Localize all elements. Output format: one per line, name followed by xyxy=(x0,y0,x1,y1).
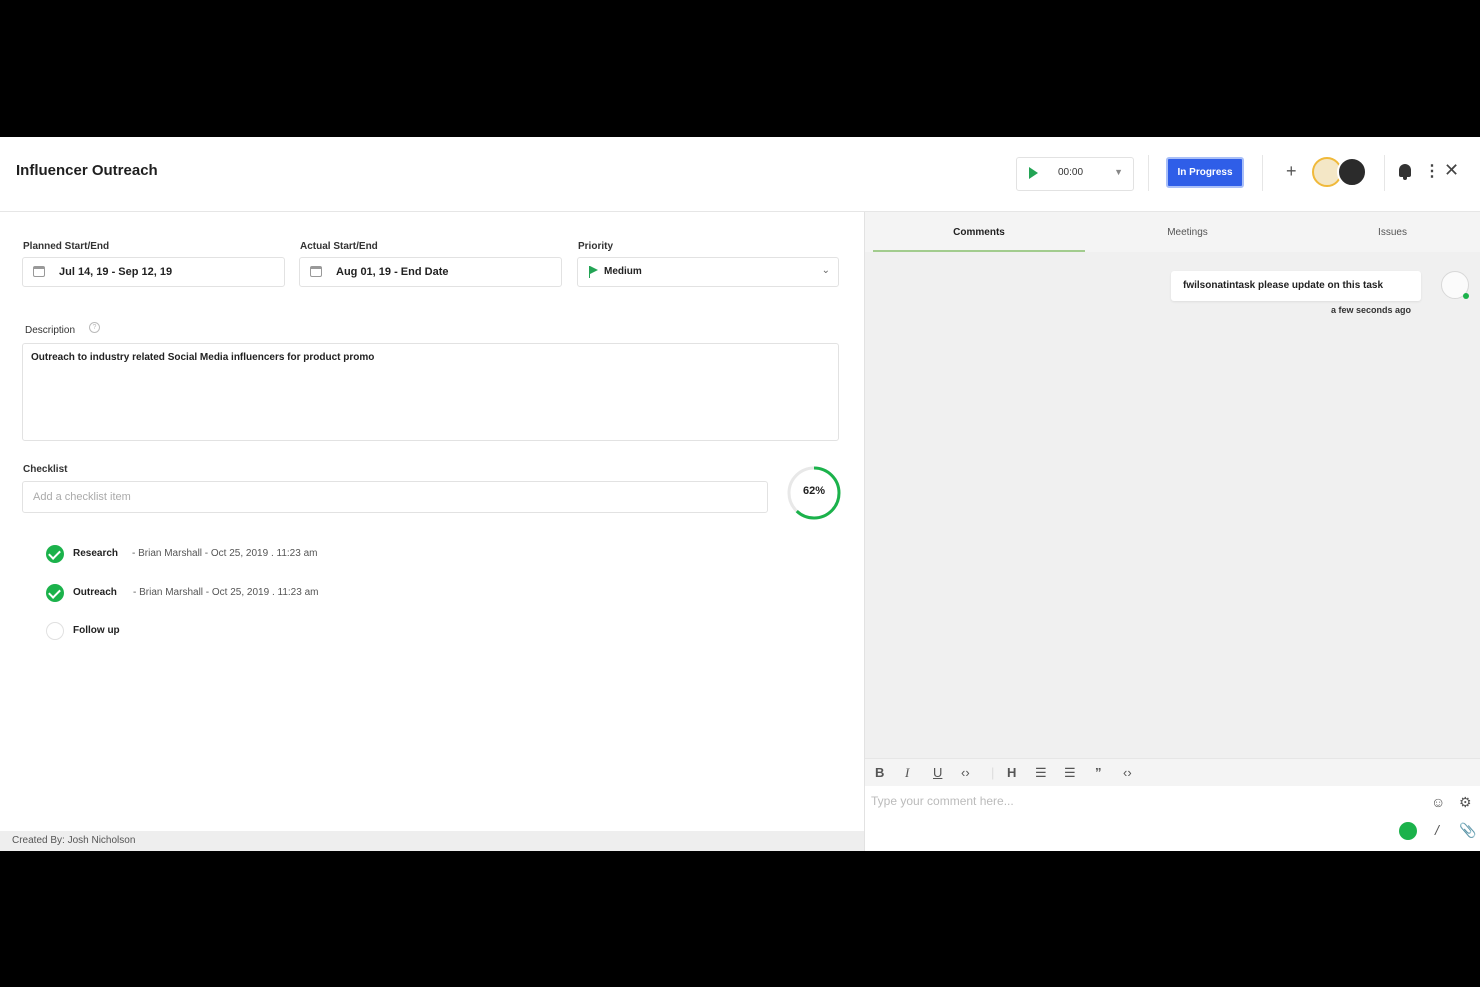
checklist-input[interactable]: Add a checklist item xyxy=(22,481,768,513)
comments-panel: Comments Meetings Issues fwilsonatintask… xyxy=(864,212,1480,851)
code-icon[interactable]: ‹› xyxy=(961,765,970,780)
add-member-icon[interactable]: + xyxy=(1286,161,1297,182)
description-text: Outreach to industry related Social Medi… xyxy=(31,352,375,363)
attachment-icon[interactable]: 📎 xyxy=(1459,822,1476,839)
actual-date-value: Aug 01, 19 - End Date xyxy=(336,266,449,278)
settings-icon[interactable]: ⚙ xyxy=(1459,794,1472,811)
check-circle-icon[interactable] xyxy=(46,584,64,602)
timer-value: 00:00 xyxy=(1058,167,1084,178)
bell-icon[interactable] xyxy=(1399,164,1411,180)
priority-label: Priority xyxy=(578,241,614,252)
close-icon[interactable]: ✕ xyxy=(1444,160,1459,181)
description-label: Description xyxy=(25,325,76,336)
underline-icon[interactable]: U xyxy=(933,765,942,780)
chevron-down-icon[interactable]: ▼ xyxy=(1114,167,1123,177)
more-options-icon[interactable]: ⋮ xyxy=(1424,161,1440,181)
tab-comments[interactable]: Comments xyxy=(873,212,1085,252)
tab-meetings[interactable]: Meetings xyxy=(1085,212,1290,252)
flag-icon xyxy=(589,266,598,278)
priority-select[interactable]: Medium ⌄ xyxy=(577,257,839,287)
planned-label: Planned Start/End xyxy=(23,241,110,252)
created-by-text: Created By: Josh Nicholson xyxy=(12,835,136,846)
checklist-item-meta: - Brian Marshall - Oct 25, 2019 . 11:23 … xyxy=(133,587,319,598)
divider xyxy=(1384,155,1385,191)
footer: Created By: Josh Nicholson xyxy=(0,831,864,851)
divider xyxy=(1148,155,1149,191)
numbered-list-icon[interactable]: ☰ xyxy=(1064,765,1076,781)
priority-value: Medium xyxy=(604,266,642,277)
play-icon[interactable] xyxy=(1029,167,1038,179)
task-title: Influencer Outreach xyxy=(16,162,158,179)
check-circle-icon[interactable] xyxy=(46,545,64,563)
checklist-item-name: Outreach xyxy=(73,587,117,598)
comment-input-placeholder: Type your comment here... xyxy=(871,794,1014,808)
emoji-icon[interactable]: ☺ xyxy=(1431,794,1445,810)
comment-composer[interactable]: Type your comment here... ☺ ⚙ / 📎 xyxy=(865,786,1480,851)
checklist-progress-ring: 62% xyxy=(786,465,842,526)
planned-date-field[interactable]: Jul 14, 19 - Sep 12, 19 xyxy=(22,257,285,287)
bold-icon[interactable]: B xyxy=(875,765,884,780)
empty-circle-icon[interactable] xyxy=(46,622,64,640)
italic-icon[interactable]: I xyxy=(905,765,909,781)
send-icon[interactable] xyxy=(1399,822,1417,840)
checklist-item-meta: - Brian Marshall - Oct 25, 2019 . 11:23 … xyxy=(132,548,318,559)
status-button[interactable]: In Progress xyxy=(1166,157,1244,188)
actual-date-field[interactable]: Aug 01, 19 - End Date xyxy=(299,257,562,287)
timer-control[interactable]: 00:00 ▼ xyxy=(1016,157,1134,191)
online-status-icon xyxy=(1463,293,1469,299)
comment-text: fwilsonatintask please update on this ta… xyxy=(1183,280,1384,291)
checklist-item-name: Follow up xyxy=(73,625,120,636)
planned-date-value: Jul 14, 19 - Sep 12, 19 xyxy=(59,266,173,278)
code-block-icon[interactable]: ‹› xyxy=(1123,765,1132,780)
comment-bubble: fwilsonatintask please update on this ta… xyxy=(1171,271,1421,301)
actual-label: Actual Start/End xyxy=(300,241,378,252)
checklist-label: Checklist xyxy=(23,464,68,475)
checklist-item-name: Research xyxy=(73,548,119,559)
checklist-placeholder: Add a checklist item xyxy=(33,491,131,503)
bullet-list-icon[interactable]: ☰ xyxy=(1035,765,1047,781)
calendar-icon xyxy=(310,266,322,277)
heading-icon[interactable]: H xyxy=(1007,765,1016,780)
progress-percent: 62% xyxy=(802,485,826,497)
editor-toolbar: B I U ‹› | H ☰ ☰ ” ‹› xyxy=(865,758,1480,787)
task-header: Influencer Outreach 00:00 ▼ In Progress … xyxy=(0,137,1480,212)
slash-command-icon[interactable]: / xyxy=(1435,822,1439,838)
calendar-icon xyxy=(33,266,45,277)
toolbar-divider: | xyxy=(991,765,995,780)
description-textarea[interactable]: Outreach to industry related Social Medi… xyxy=(22,343,839,441)
comment-timestamp: a few seconds ago xyxy=(1331,305,1412,315)
avatar[interactable] xyxy=(1337,157,1367,187)
tab-issues[interactable]: Issues xyxy=(1290,212,1480,252)
divider xyxy=(1262,155,1263,191)
task-detail-panel: Influencer Outreach 00:00 ▼ In Progress … xyxy=(0,137,1480,851)
quote-icon[interactable]: ” xyxy=(1095,765,1102,780)
tab-bar: Comments Meetings Issues xyxy=(865,212,1480,252)
info-icon[interactable]: ? xyxy=(89,322,100,333)
chevron-down-icon: ⌄ xyxy=(821,265,830,276)
